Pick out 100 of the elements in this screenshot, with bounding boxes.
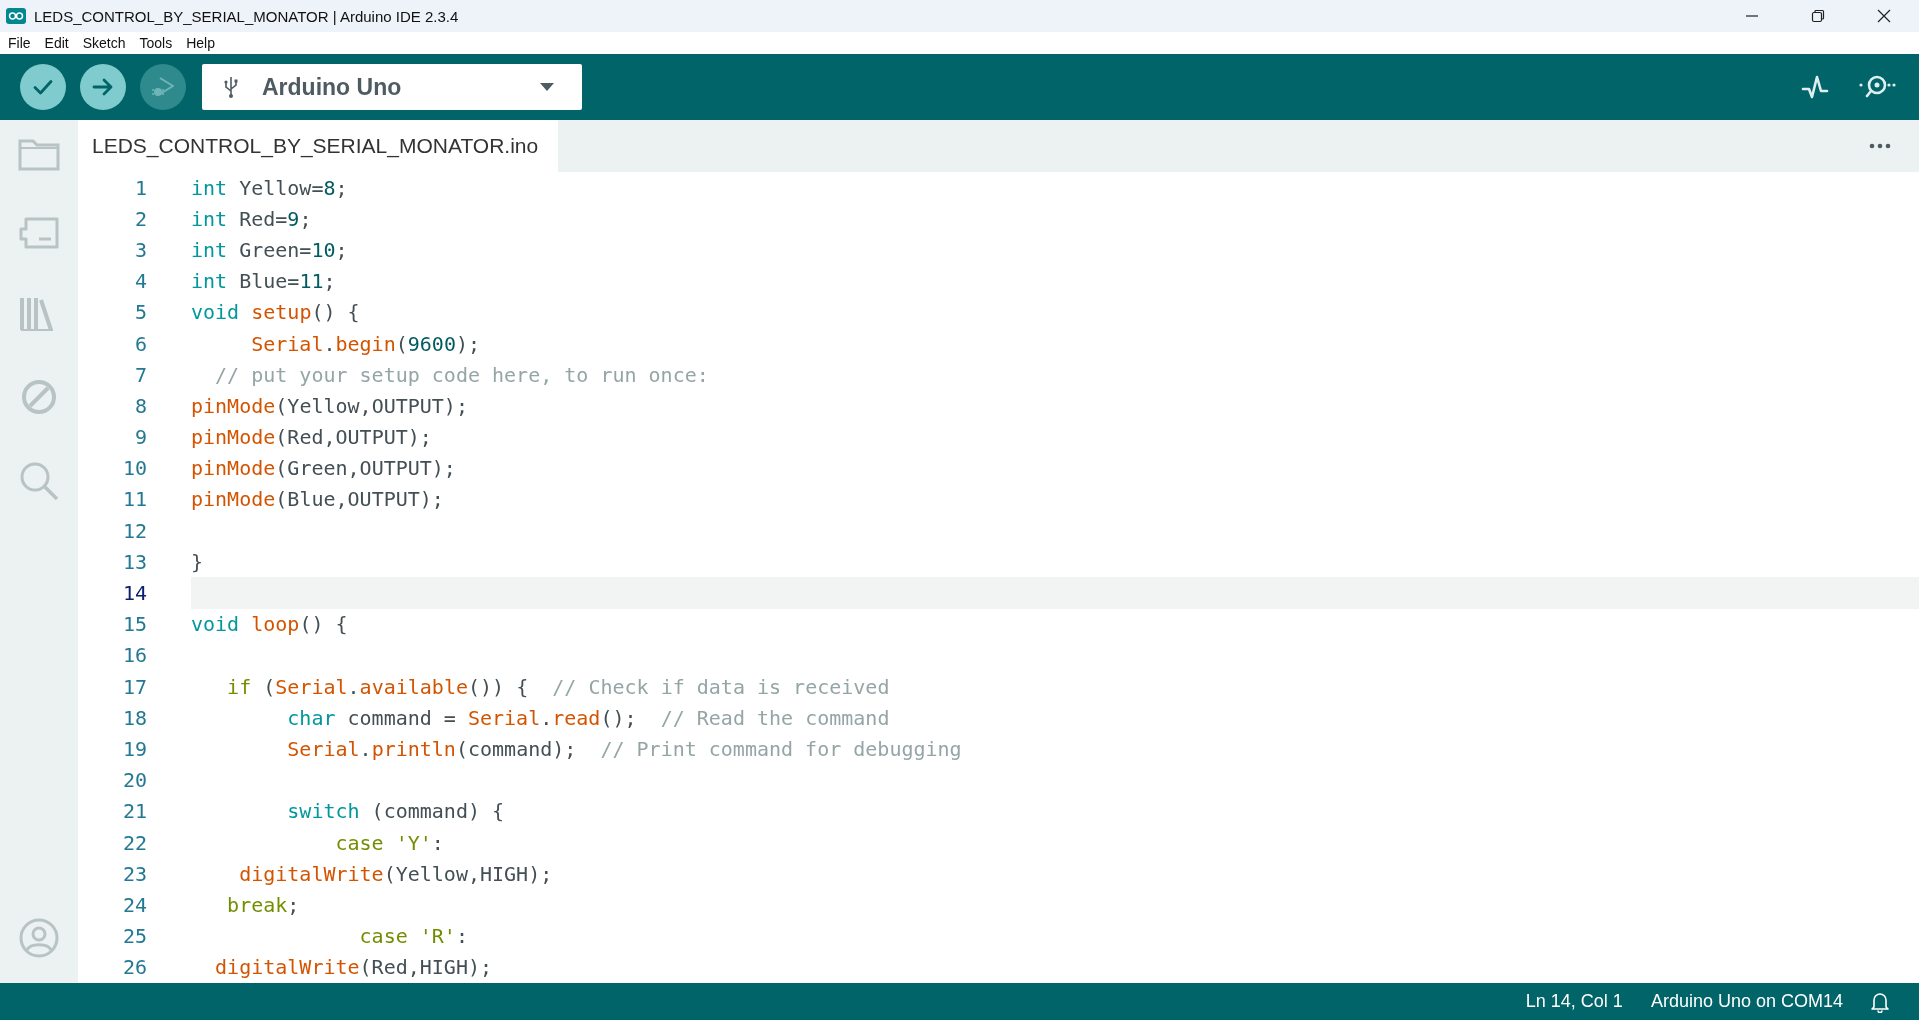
code-keyword: int — [191, 237, 228, 262]
code-function: pinMode — [191, 393, 276, 418]
code-keyword: switch — [286, 799, 360, 824]
menu-item[interactable]: Edit — [44, 35, 69, 51]
code-function: println — [371, 736, 456, 761]
code-function: begin — [335, 331, 396, 356]
line-number: 2 — [133, 206, 148, 231]
code-text: (Yellow,OUTPUT); — [275, 393, 468, 418]
code-text: } — [191, 549, 204, 574]
menu-item[interactable]: File — [8, 35, 31, 51]
code-text: . — [323, 331, 336, 356]
line-number: 8 — [133, 393, 148, 418]
code-text: ; — [287, 892, 300, 917]
file-tab[interactable]: LEDS_CONTROL_BY_SERIAL_MONATOR.ino — [78, 120, 559, 172]
code-text: Red= — [238, 206, 288, 231]
menu-item[interactable]: Help — [186, 35, 215, 51]
line-number: 24 — [121, 892, 148, 917]
code-keyword: int — [191, 269, 228, 294]
menu-item[interactable]: Sketch — [82, 35, 126, 51]
cursor-position[interactable]: Ln 14, Col 1 — [1525, 991, 1623, 1012]
line-number: 19 — [121, 736, 148, 761]
board-selector[interactable]: Arduino Uno — [202, 64, 582, 110]
code-text: ; — [335, 237, 348, 262]
code-number: 9600 — [407, 331, 456, 356]
code-comment: // Print command for debugging — [600, 736, 962, 761]
code-text: (Blue,OUTPUT); — [275, 487, 444, 512]
pulse-icon[interactable] — [1801, 73, 1829, 101]
code-text: : — [455, 924, 468, 949]
line-number: 21 — [121, 799, 148, 824]
code-function: digitalWrite — [214, 955, 360, 980]
line-number: 26 — [121, 955, 148, 980]
code-text: ); — [455, 331, 481, 356]
code-text: () { — [299, 612, 348, 637]
code-function: pinMode — [191, 425, 276, 450]
code-text: . — [347, 674, 360, 699]
more-icon[interactable] — [1869, 143, 1891, 149]
code-function: setup — [251, 300, 312, 325]
verify-button[interactable] — [20, 64, 66, 110]
code-text: (); — [600, 705, 638, 730]
line-number: 12 — [121, 518, 148, 543]
code-function: Serial — [250, 331, 324, 356]
code-text: Green= — [238, 237, 312, 262]
code-function: Serial — [275, 674, 348, 699]
code-keyword: int — [191, 175, 228, 200]
code-keyword: case — [358, 924, 409, 949]
code-comment: // put your setup code here, to run once: — [214, 362, 709, 387]
code-text: (Green,OUTPUT); — [275, 456, 456, 481]
line-number: 22 — [121, 830, 148, 855]
close-icon[interactable] — [1877, 9, 1891, 23]
restore-icon[interactable] — [1811, 9, 1825, 23]
menu-item[interactable]: Tools — [139, 35, 173, 51]
code-text: (command) { — [370, 799, 505, 824]
board-port-status[interactable]: Arduino Uno on COM14 — [1650, 991, 1843, 1012]
line-number: 3 — [133, 237, 148, 262]
code-text: . — [540, 705, 553, 730]
app-logo-icon — [6, 8, 26, 24]
code-keyword: case — [334, 830, 385, 855]
line-number: 1 — [133, 175, 148, 200]
code-text: () { — [311, 300, 360, 325]
code-text: (Red,HIGH); — [359, 955, 493, 980]
code-text: ( — [262, 674, 276, 699]
code-keyword: void — [191, 612, 241, 637]
code-number: 10 — [311, 237, 336, 262]
code-function: available — [359, 674, 468, 699]
line-number: 9 — [133, 425, 148, 450]
code-text: ( — [395, 331, 408, 356]
line-number: 13 — [121, 549, 148, 574]
upload-button[interactable] — [80, 64, 126, 110]
line-number: 4 — [133, 269, 148, 294]
code-number: 9 — [287, 206, 300, 231]
line-number: 18 — [121, 705, 148, 730]
code-text: . — [359, 736, 372, 761]
code-comment: // Read the command — [660, 705, 890, 730]
code-function: read — [552, 705, 601, 730]
code-function: pinMode — [191, 456, 276, 481]
code-number: 8 — [323, 175, 336, 200]
code-keyword: char — [286, 705, 336, 730]
code-text: command = — [346, 705, 457, 730]
code-number: 11 — [299, 269, 324, 294]
code-text: Blue= — [238, 269, 300, 294]
line-number: 6 — [133, 331, 148, 356]
caret-icon — [540, 83, 554, 91]
code-function: digitalWrite — [238, 861, 384, 886]
line-number: 25 — [121, 924, 148, 949]
code-text: (Yellow,HIGH); — [383, 861, 553, 886]
line-number: 5 — [133, 300, 148, 325]
line-number: 15 — [121, 612, 148, 637]
code-string: 'Y' — [395, 830, 432, 855]
code-function: pinMode — [191, 487, 276, 512]
code-text: (command); — [455, 736, 578, 761]
code-text: ()) { — [468, 674, 530, 699]
window-title: LEDS_CONTROL_BY_SERIAL_MONATOR | Arduino IDE 2.3.4 — [34, 7, 459, 25]
code-keyword: if — [226, 674, 252, 699]
code-text: (Red,OUTPUT); — [275, 425, 432, 450]
code-text: ; — [299, 206, 312, 231]
code-function: loop — [251, 612, 300, 637]
code-text: : — [431, 830, 444, 855]
usb-icon — [222, 75, 240, 99]
line-number: 14 — [121, 581, 148, 606]
bell-icon[interactable] — [1871, 990, 1889, 1013]
